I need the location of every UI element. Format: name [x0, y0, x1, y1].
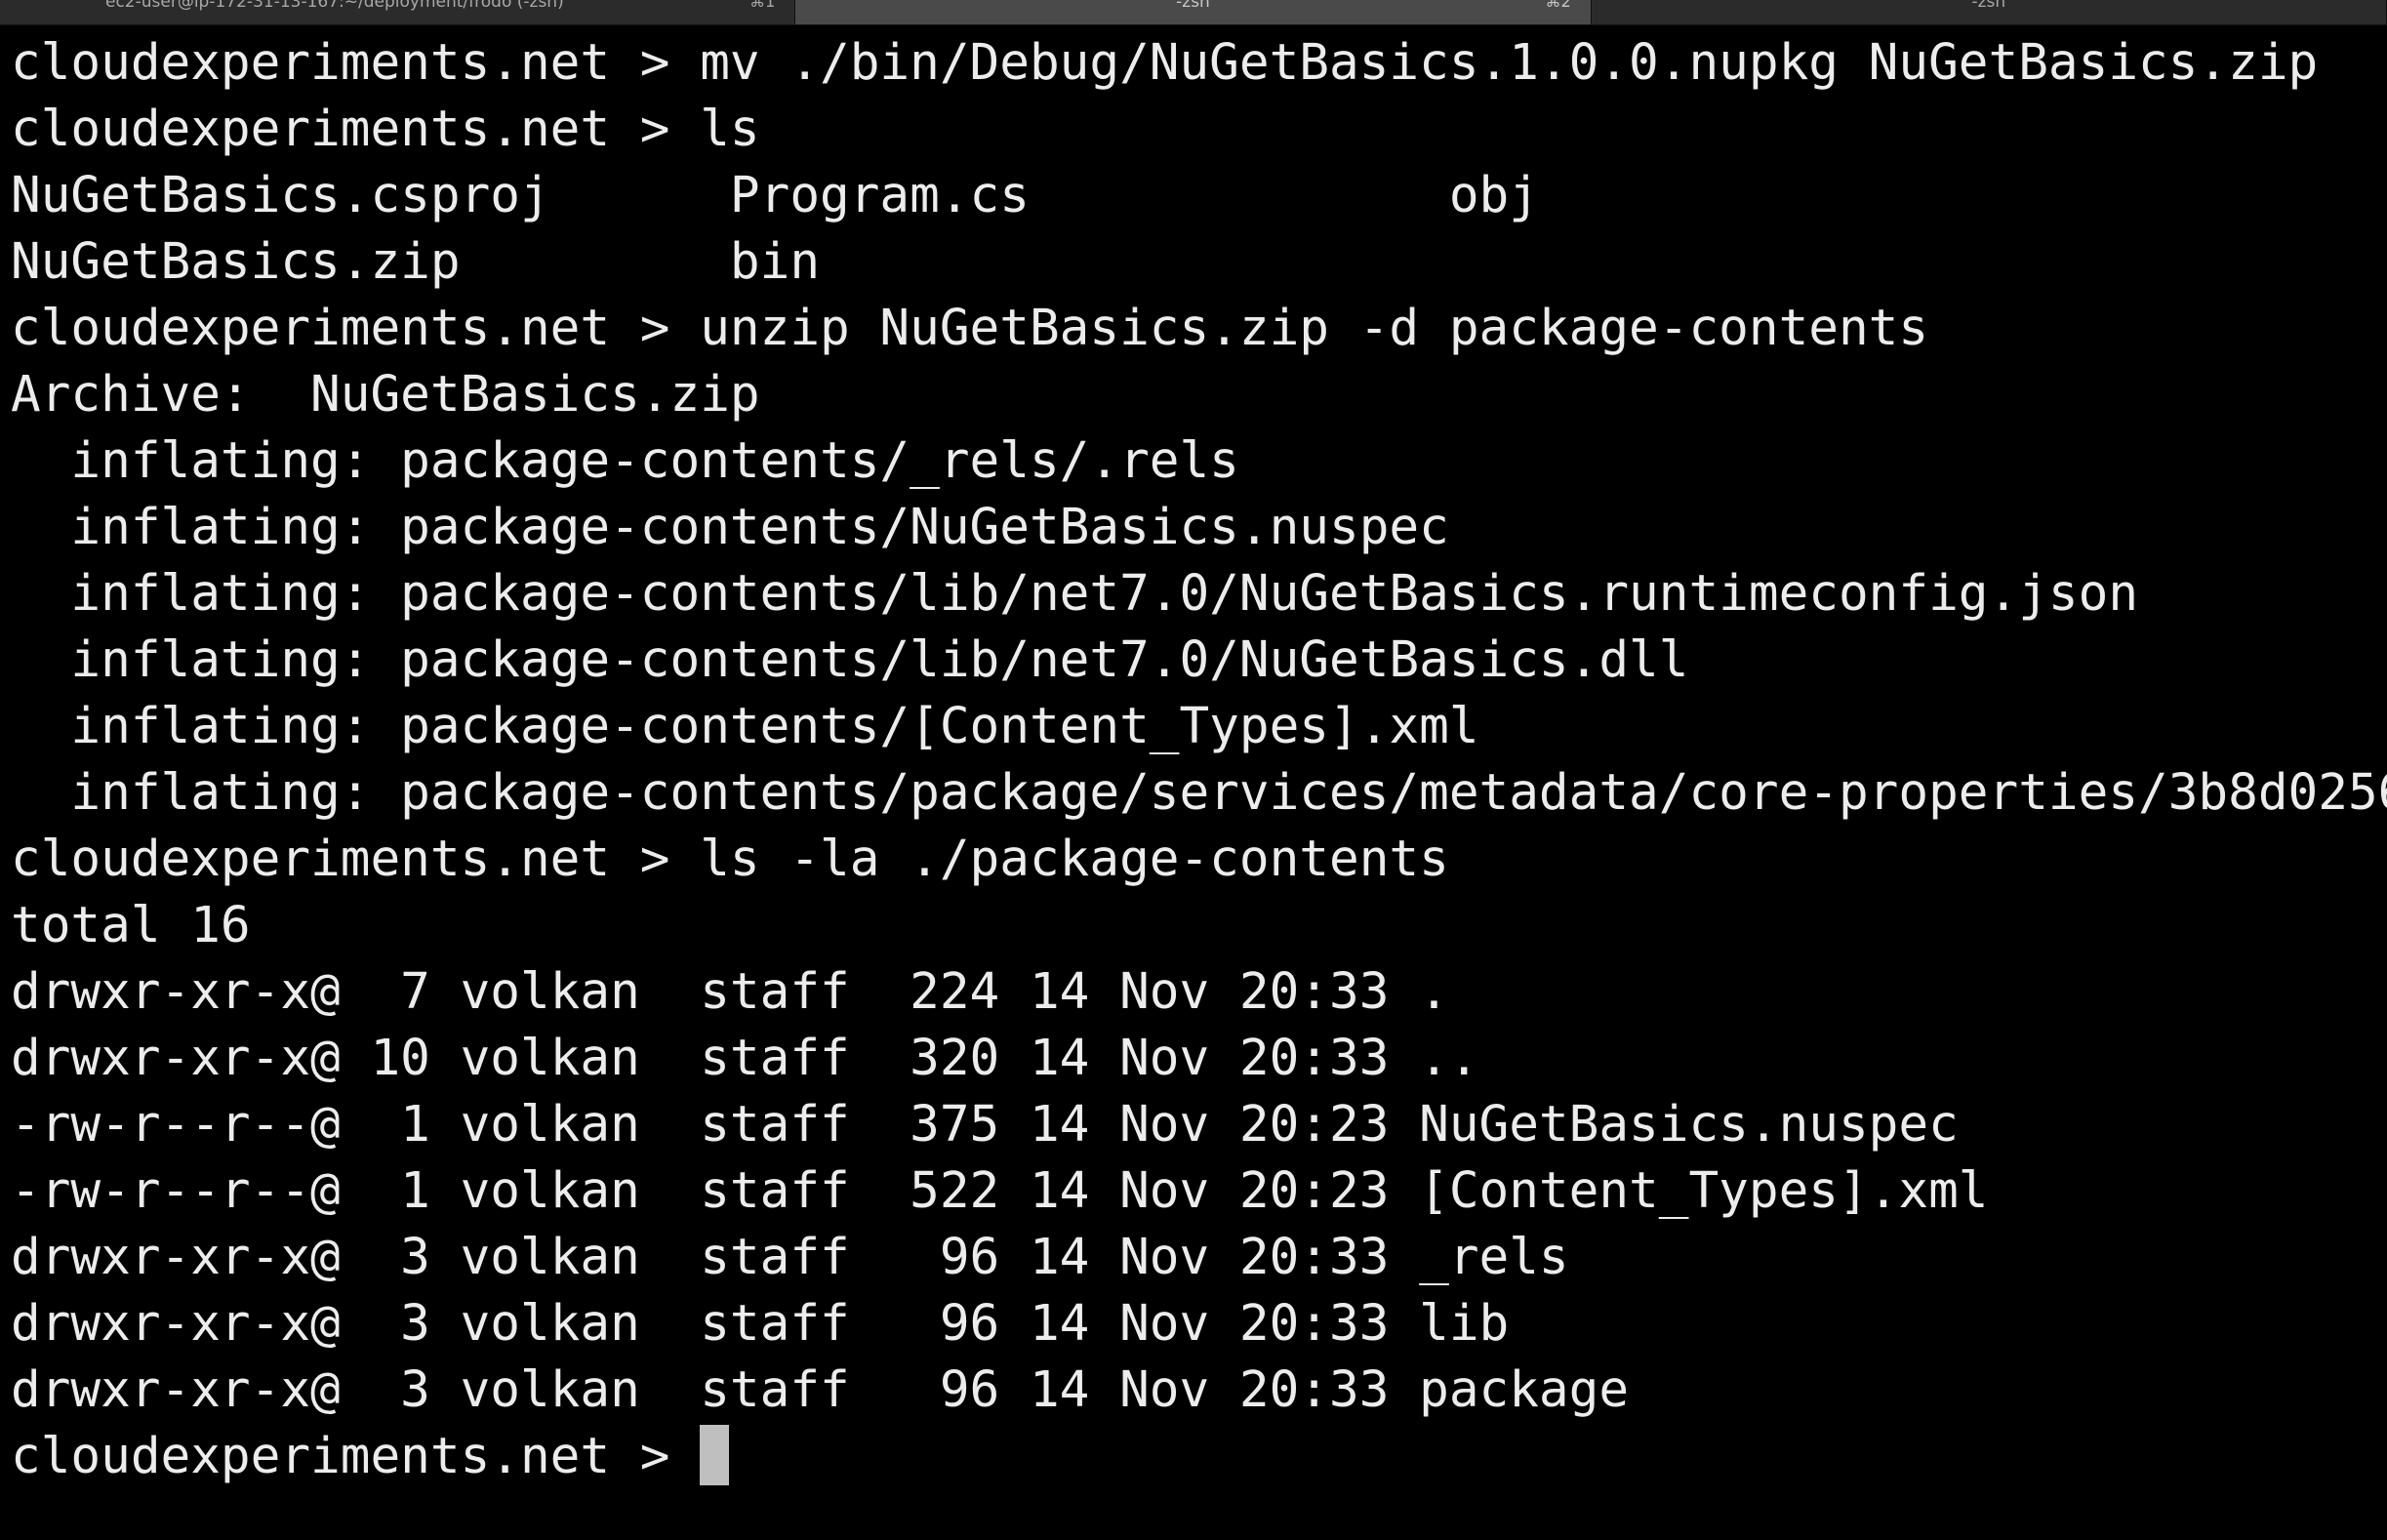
tab-1[interactable]: ec2-user@ip-172-31-13-167:~/deployment/f… [0, 0, 796, 24]
terminal-line: cloudexperiments.net > ls [11, 101, 760, 158]
terminal-line: drwxr-xr-x@ 3 volkan staff 96 14 Nov 20:… [11, 1361, 1630, 1419]
terminal-line: inflating: package-contents/package/serv… [11, 764, 2387, 822]
terminal-line: cloudexperiments.net > unzip NuGetBasics… [11, 300, 1929, 357]
text-cursor [700, 1425, 730, 1485]
terminal-line: inflating: package-contents/lib/net7.0/N… [11, 631, 1689, 689]
tab-shortcut: ⌘1 [749, 0, 776, 11]
prompt-line[interactable]: cloudexperiments.net > [11, 1424, 2387, 1490]
terminal-line: -rw-r--r--@ 1 volkan staff 375 14 Nov 20… [11, 1096, 1959, 1154]
terminal-line: NuGetBasics.zip bin [11, 233, 821, 291]
tab-2[interactable]: -zsh ⌘2 [795, 0, 1592, 24]
tab-title: -zsh [1176, 0, 1210, 12]
terminal-line: Archive: NuGetBasics.zip [11, 366, 760, 424]
terminal-line: cloudexperiments.net > ls -la ./package-… [11, 831, 1449, 888]
terminal-line: cloudexperiments.net > mv ./bin/Debug/Nu… [11, 34, 2319, 92]
terminal-line: drwxr-xr-x@ 3 volkan staff 96 14 Nov 20:… [11, 1295, 1510, 1353]
prompt-text: cloudexperiments.net > [11, 1428, 701, 1485]
terminal-line: total 16 [11, 897, 251, 954]
tab-title: -zsh [1971, 0, 2006, 12]
terminal-line: inflating: package-contents/lib/net7.0/N… [11, 565, 2139, 623]
terminal-line: inflating: package-contents/_rels/.rels [11, 432, 1239, 490]
terminal-line: inflating: package-contents/[Content_Typ… [11, 698, 1479, 755]
tab-3[interactable]: -zsh [1592, 0, 2387, 24]
terminal-line: inflating: package-contents/NuGetBasics.… [11, 499, 1449, 556]
terminal-line: -rw-r--r--@ 1 volkan staff 522 14 Nov 20… [11, 1162, 1989, 1220]
terminal-line: drwxr-xr-x@ 3 volkan staff 96 14 Nov 20:… [11, 1229, 1569, 1286]
terminal-line: drwxr-xr-x@ 10 volkan staff 320 14 Nov 2… [11, 1030, 1479, 1087]
terminal-line: drwxr-xr-x@ 7 volkan staff 224 14 Nov 20… [11, 963, 1449, 1021]
tab-title: ec2-user@ip-172-31-13-167:~/deployment/f… [105, 0, 564, 12]
tab-bar: ec2-user@ip-172-31-13-167:~/deployment/f… [0, 0, 2387, 25]
terminal-line: NuGetBasics.csproj Program.cs obj [11, 167, 1539, 224]
tab-shortcut: ⌘2 [1545, 0, 1571, 11]
terminal-output[interactable]: cloudexperiments.net > mv ./bin/Debug/Nu… [11, 30, 2387, 1490]
